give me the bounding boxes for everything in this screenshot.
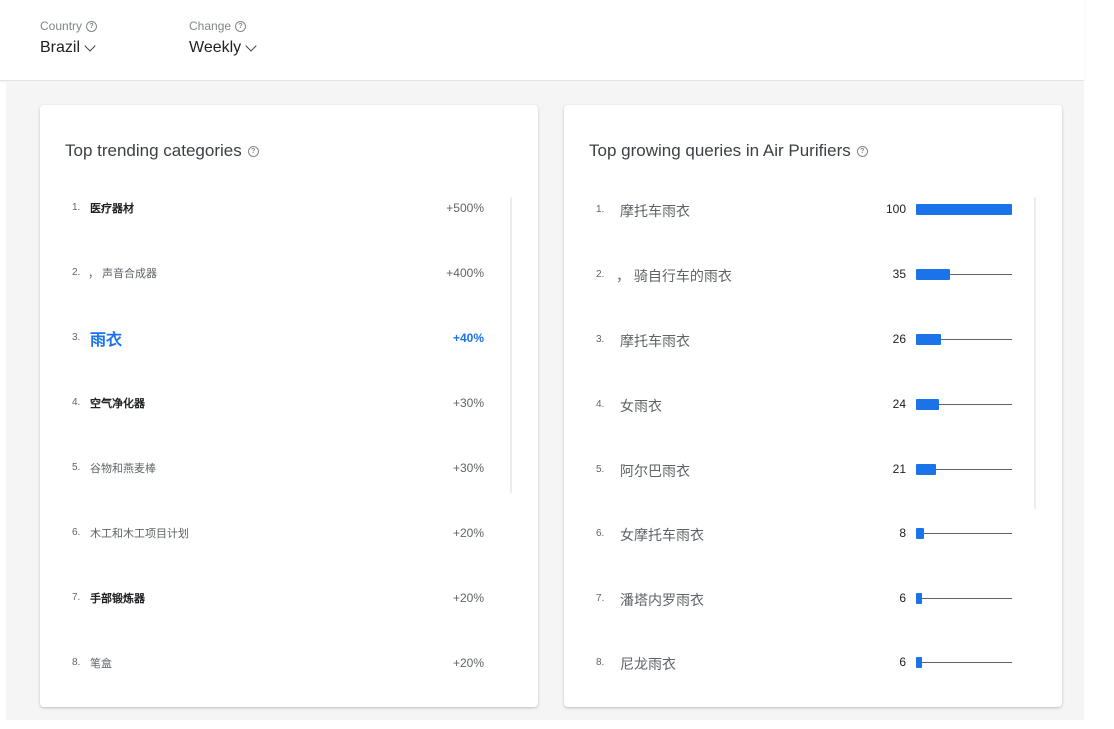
bar-fill — [916, 464, 936, 475]
filter-bar: Country ? Brazil Change ? Weekly — [0, 0, 1084, 81]
category-row[interactable]: 5. 谷物和燕麦棒 +30% — [40, 453, 538, 483]
query-name: ， 骑自行车的雨衣 — [616, 268, 732, 284]
query-value: 100 — [885, 202, 906, 216]
rank-number: 3. — [72, 332, 81, 343]
bar-fill — [916, 657, 922, 668]
bar-fill — [916, 593, 922, 604]
country-filter-value: Brazil — [40, 39, 81, 56]
query-value: 24 — [892, 397, 906, 411]
rank-number: 7. — [72, 592, 81, 603]
query-row[interactable]: 5. 阿尔巴雨衣 21 — [564, 455, 1062, 485]
category-change: +400% — [446, 266, 484, 280]
category-name: 医疗器材 — [90, 203, 134, 215]
query-value: 21 — [892, 462, 906, 476]
category-name: 空气净化器 — [90, 398, 145, 410]
bar-track — [916, 598, 1012, 599]
category-change: +20% — [452, 656, 484, 670]
category-row[interactable]: 3. 雨衣 +40% — [40, 323, 538, 353]
query-name: 阿尔巴雨衣 — [620, 463, 690, 479]
query-value: 26 — [892, 332, 906, 346]
category-name: 木工和木工项目计划 — [90, 528, 189, 540]
help-icon[interactable]: ? — [856, 145, 868, 157]
card-title: Top trending categories — [65, 141, 242, 160]
chevron-down-icon — [84, 39, 96, 52]
help-icon[interactable]: ? — [247, 145, 259, 157]
top-trending-categories-card: Top trending categories ? 1. 医疗器材 +500% … — [40, 105, 538, 707]
category-name: 手部锻炼器 — [90, 593, 145, 605]
category-name: 雨衣 — [90, 332, 123, 349]
bar-track — [916, 662, 1012, 663]
rank-number: 6. — [596, 528, 605, 539]
rank-number: 4. — [596, 399, 605, 410]
query-row[interactable]: 7. 潘塔内罗雨衣 6 — [564, 584, 1062, 614]
category-row[interactable]: 6. 木工和木工项目计划 +20% — [40, 518, 538, 548]
rank-number: 8. — [72, 657, 81, 668]
bar-track — [916, 533, 1012, 534]
category-change: +20% — [452, 526, 484, 540]
query-value: 6 — [899, 655, 906, 669]
query-value: 35 — [892, 267, 906, 281]
query-row[interactable]: 6. 女摩托车雨衣 8 — [564, 519, 1062, 549]
rank-number: 6. — [72, 527, 81, 538]
category-change: +30% — [452, 461, 484, 475]
rank-number: 3. — [596, 334, 605, 345]
query-name: 摩托车雨衣 — [620, 203, 690, 219]
query-row[interactable]: 3. 摩托车雨衣 26 — [564, 325, 1062, 355]
category-change: +30% — [452, 396, 484, 410]
top-growing-queries-card: Top growing queries in Air Purifiers ? 1… — [564, 105, 1062, 707]
change-filter[interactable]: Change ? Weekly — [189, 18, 257, 57]
query-row[interactable]: 1. 摩托车雨衣 100 — [564, 195, 1062, 225]
query-value: 8 — [899, 526, 906, 540]
rank-number: 1. — [596, 204, 605, 215]
category-name: ， 声音合成器 — [88, 268, 158, 280]
country-filter-label: Country — [40, 19, 83, 33]
query-name: 女雨衣 — [620, 398, 662, 414]
category-change: +40% — [452, 331, 484, 345]
bar-fill — [916, 204, 1012, 215]
rank-number: 2. — [72, 267, 81, 278]
rank-number: 7. — [596, 593, 605, 604]
category-row[interactable]: 1. 医疗器材 +500% — [40, 193, 538, 223]
query-row[interactable]: 2. ， 骑自行车的雨衣 35 — [564, 260, 1062, 290]
query-name: 女摩托车雨衣 — [620, 527, 704, 543]
bar-fill — [916, 399, 939, 410]
query-row[interactable]: 8. 尼龙雨衣 6 — [564, 648, 1062, 678]
query-row[interactable]: 4. 女雨衣 24 — [564, 390, 1062, 420]
rank-number: 8. — [596, 657, 605, 668]
rank-number: 4. — [72, 397, 81, 408]
country-filter[interactable]: Country ? Brazil — [40, 18, 98, 57]
category-row[interactable]: 7. 手部锻炼器 +20% — [40, 583, 538, 613]
query-name: 潘塔内罗雨衣 — [620, 592, 704, 608]
query-name: 尼龙雨衣 — [620, 656, 676, 672]
rank-number: 1. — [72, 202, 81, 213]
category-change: +20% — [452, 591, 484, 605]
query-value: 6 — [899, 591, 906, 605]
bar-fill — [916, 269, 950, 280]
help-icon[interactable]: ? — [235, 20, 247, 32]
category-row[interactable]: 2. ， 声音合成器 +400% — [40, 258, 538, 288]
change-filter-value: Weekly — [189, 39, 242, 56]
category-name: 谷物和燕麦棒 — [90, 463, 156, 475]
chevron-down-icon — [245, 39, 257, 52]
card-title: Top growing queries in Air Purifiers — [589, 141, 851, 160]
rank-number: 5. — [596, 464, 605, 475]
rank-number: 2. — [596, 269, 605, 280]
rank-number: 5. — [72, 462, 81, 473]
bar-fill — [916, 334, 941, 345]
category-change: +500% — [446, 201, 484, 215]
category-row[interactable]: 4. 空气净化器 +30% — [40, 388, 538, 418]
help-icon[interactable]: ? — [86, 20, 98, 32]
category-row[interactable]: 8. 笔盒 +20% — [40, 648, 538, 678]
query-name: 摩托车雨衣 — [620, 333, 690, 349]
bar-fill — [916, 528, 924, 539]
content-area: Top trending categories ? 1. 医疗器材 +500% … — [6, 81, 1084, 720]
category-name: 笔盒 — [90, 658, 112, 670]
change-filter-label: Change — [189, 19, 232, 33]
